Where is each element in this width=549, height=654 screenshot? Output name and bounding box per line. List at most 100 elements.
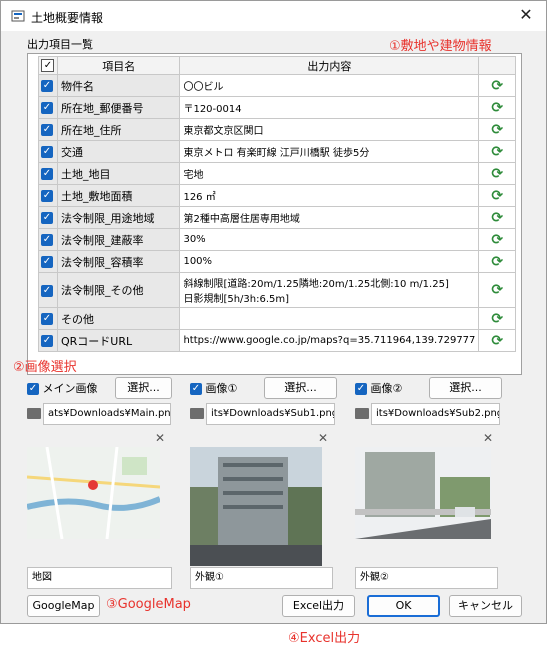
- excel-export-button[interactable]: Excel出力: [282, 595, 355, 617]
- app-icon: [11, 10, 25, 22]
- table-row: ✓ その他 ⟳: [38, 307, 516, 330]
- annotation-3: ③GoogleMap: [106, 597, 191, 612]
- image-check-label: 画像②: [370, 382, 403, 395]
- table-row: ✓ 交通 東京メトロ 有楽町線 江戸川橋駅 徒歩5分 ⟳: [38, 140, 516, 163]
- row-value[interactable]: 126 ㎡: [179, 184, 480, 207]
- image-select-button[interactable]: 選択...: [429, 377, 502, 399]
- building-photo: [190, 447, 322, 566]
- header-name: 項目名: [56, 56, 181, 75]
- folder-icon[interactable]: [27, 408, 41, 419]
- row-value-line1: 100%: [183, 256, 213, 267]
- row-action-cell: ⟳: [478, 140, 516, 163]
- image-check-0[interactable]: ✓ メイン画像: [27, 380, 98, 396]
- image-caption-field[interactable]: 外観②: [355, 567, 498, 589]
- refresh-icon[interactable]: ⟳: [491, 210, 503, 226]
- row-checkbox[interactable]: ✓: [41, 124, 53, 136]
- table-row: ✓ 土地_敷地面積 126 ㎡ ⟳: [38, 184, 516, 207]
- row-value-line2: 日影規制[5h/3h:6.5m]: [183, 294, 290, 305]
- image-check-1[interactable]: ✓ 画像①: [190, 380, 237, 396]
- image-checkbox[interactable]: ✓: [355, 383, 367, 395]
- row-value[interactable]: 東京都文京区関口: [179, 118, 480, 141]
- row-value[interactable]: [179, 307, 480, 330]
- row-name: 土地_地目: [56, 162, 181, 185]
- googlemap-button[interactable]: GoogleMap: [27, 595, 100, 617]
- row-checkbox[interactable]: ✓: [41, 234, 53, 246]
- row-check-cell: ✓: [38, 162, 58, 185]
- row-value[interactable]: 宅地: [179, 162, 480, 185]
- row-name: 所在地_住所: [56, 118, 181, 141]
- folder-icon[interactable]: [355, 408, 369, 419]
- row-value[interactable]: 斜線制限[道路:20m/1.25隣地:20m/1.25北側:10 m/1.25]…: [179, 272, 480, 308]
- row-name: その他: [56, 307, 181, 330]
- row-check-cell: ✓: [38, 74, 58, 97]
- row-value-line1: 東京都文京区関口: [183, 126, 264, 137]
- refresh-icon[interactable]: ⟳: [491, 282, 503, 298]
- header-action: [478, 56, 516, 75]
- row-action-cell: ⟳: [478, 329, 516, 352]
- table-row: ✓ 法令制限_容積率 100% ⟳: [38, 250, 516, 273]
- image-path-field[interactable]: its¥Downloads¥Sub1.png: [206, 403, 335, 425]
- table-row: ✓ 物件名 〇〇ビル ⟳: [38, 74, 516, 97]
- row-checkbox[interactable]: ✓: [41, 256, 53, 268]
- row-check-cell: ✓: [38, 118, 58, 141]
- refresh-icon[interactable]: ⟳: [491, 311, 503, 327]
- row-action-cell: ⟳: [478, 206, 516, 229]
- refresh-icon[interactable]: ⟳: [491, 166, 503, 182]
- row-value[interactable]: 第2種中高層住居専用地域: [179, 206, 480, 229]
- image-path-field[interactable]: its¥Downloads¥Sub2.png: [371, 403, 500, 425]
- row-value-line1: https://www.google.co.jp/maps?q=35.71196…: [183, 335, 476, 346]
- refresh-icon[interactable]: ⟳: [491, 333, 503, 349]
- row-checkbox[interactable]: ✓: [41, 335, 53, 347]
- header-value: 出力内容: [179, 56, 480, 75]
- image-select-button[interactable]: 選択...: [264, 377, 337, 399]
- row-value[interactable]: 30%: [179, 228, 480, 251]
- image-checkbox[interactable]: ✓: [190, 383, 202, 395]
- image-preview: [190, 447, 322, 566]
- close-icon[interactable]: ✕: [516, 5, 536, 25]
- ok-button[interactable]: OK: [367, 595, 440, 617]
- image-select-button[interactable]: 選択...: [115, 377, 172, 399]
- map-image: [27, 447, 160, 539]
- row-check-cell: ✓: [38, 250, 58, 273]
- row-checkbox[interactable]: ✓: [41, 212, 53, 224]
- header-check-cell: ✓: [38, 56, 58, 75]
- table-row: ✓ QRコードURL https://www.google.co.jp/maps?q…: [38, 329, 516, 352]
- annotation-4: ④Excel出力: [288, 631, 361, 646]
- image-check-2[interactable]: ✓ 画像②: [355, 380, 402, 396]
- folder-icon[interactable]: [190, 408, 204, 419]
- table-header-row: ✓ 項目名 出力内容: [38, 56, 516, 75]
- row-value[interactable]: 〇〇ビル: [179, 74, 480, 97]
- row-value[interactable]: 〒120-0014: [179, 96, 480, 119]
- row-name: QRコードURL: [56, 329, 181, 352]
- row-checkbox[interactable]: ✓: [41, 80, 53, 92]
- row-value[interactable]: 東京メトロ 有楽町線 江戸川橋駅 徒歩5分: [179, 140, 480, 163]
- row-value[interactable]: https://www.google.co.jp/maps?q=35.71196…: [179, 329, 480, 352]
- refresh-icon[interactable]: ⟳: [491, 188, 503, 204]
- image-caption-field[interactable]: 地図: [27, 567, 172, 589]
- row-checkbox[interactable]: ✓: [41, 102, 53, 114]
- refresh-icon[interactable]: ⟳: [491, 232, 503, 248]
- row-checkbox[interactable]: ✓: [41, 190, 53, 202]
- refresh-icon[interactable]: ⟳: [491, 254, 503, 270]
- image-caption-field[interactable]: 外観①: [190, 567, 333, 589]
- refresh-icon[interactable]: ⟳: [491, 122, 503, 138]
- row-checkbox[interactable]: ✓: [41, 313, 53, 325]
- refresh-icon[interactable]: ⟳: [491, 100, 503, 116]
- row-checkbox[interactable]: ✓: [41, 284, 53, 297]
- cancel-button[interactable]: キャンセル: [449, 595, 522, 617]
- refresh-icon[interactable]: ⟳: [491, 78, 503, 94]
- image-checkbox[interactable]: ✓: [27, 383, 39, 395]
- remove-image-icon[interactable]: ✕: [483, 431, 493, 445]
- row-check-cell: ✓: [38, 307, 58, 330]
- remove-image-icon[interactable]: ✕: [155, 431, 165, 445]
- row-value[interactable]: 100%: [179, 250, 480, 273]
- remove-image-icon[interactable]: ✕: [318, 431, 328, 445]
- row-action-cell: ⟳: [478, 228, 516, 251]
- select-all-checkbox[interactable]: ✓: [41, 59, 55, 73]
- row-checkbox[interactable]: ✓: [41, 168, 53, 180]
- row-value-line1: 第2種中高層住居専用地域: [183, 214, 300, 225]
- refresh-icon[interactable]: ⟳: [491, 144, 503, 160]
- image-path-field[interactable]: ats¥Downloads¥Main.png: [43, 403, 171, 425]
- row-checkbox[interactable]: ✓: [41, 146, 53, 158]
- image-preview: [355, 447, 491, 539]
